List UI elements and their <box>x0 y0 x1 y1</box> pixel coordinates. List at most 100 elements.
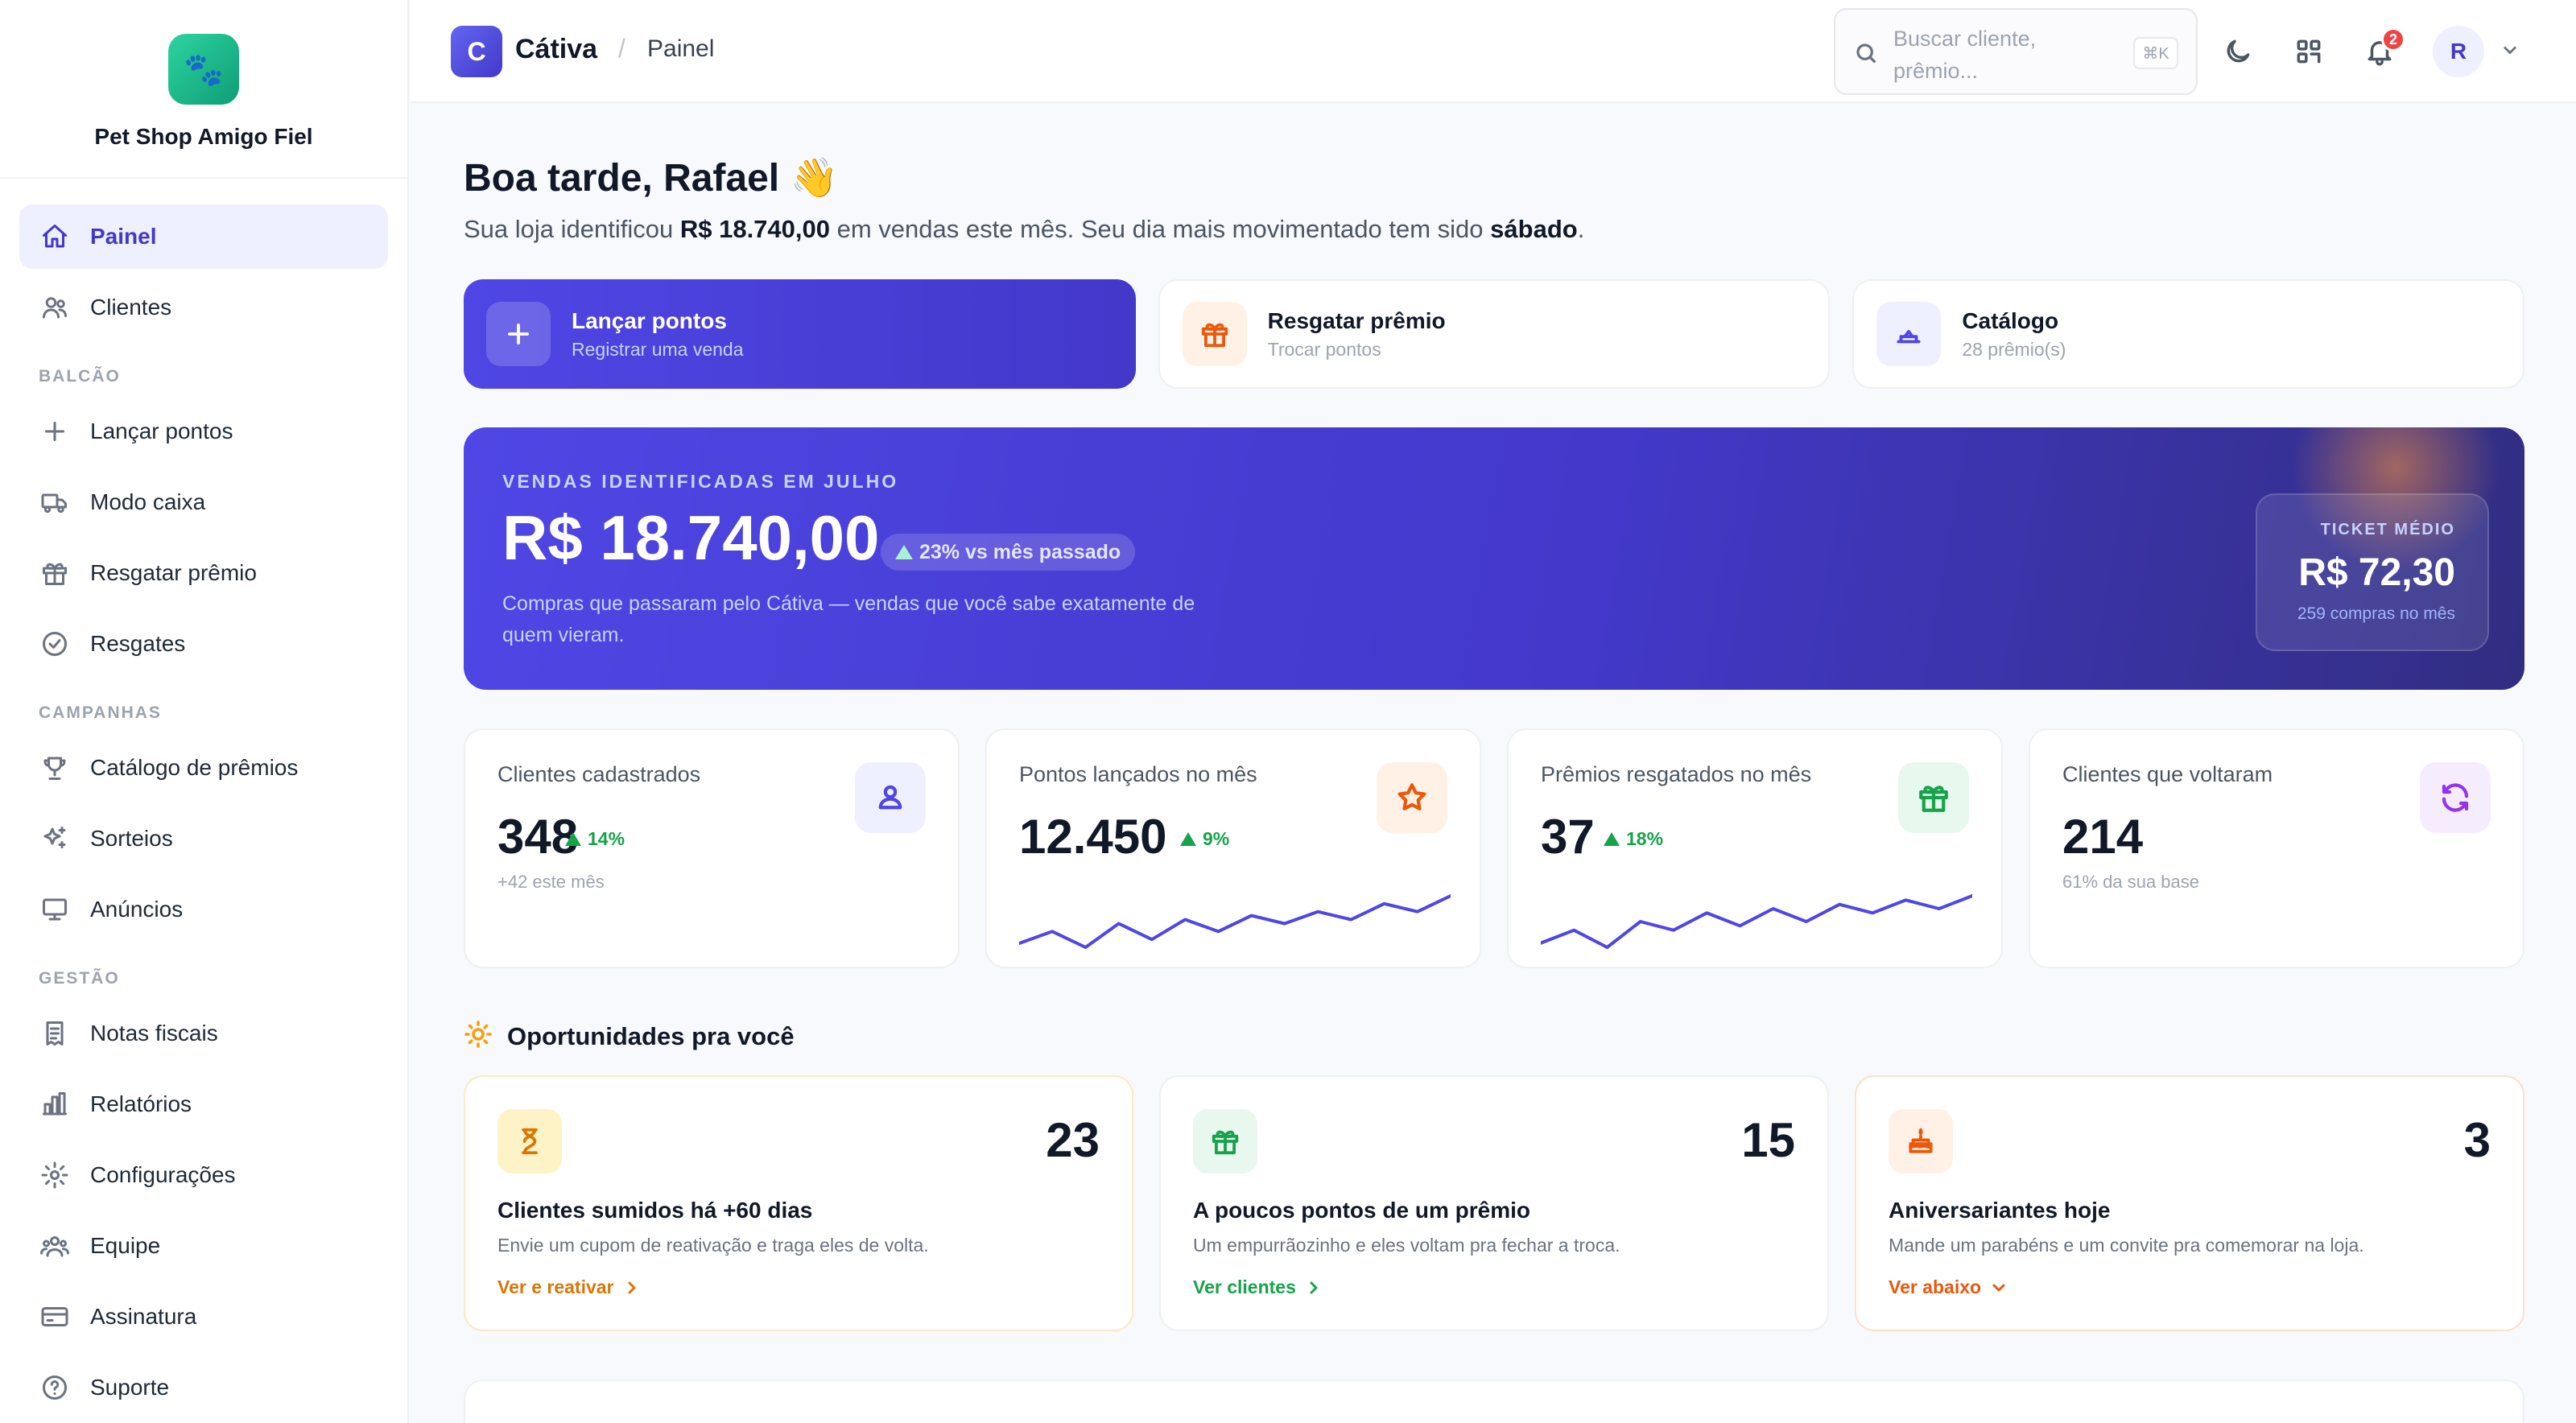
sidebar-item-label: Suporte <box>90 1375 170 1400</box>
sidebar-item-sorteios[interactable]: Sorteios <box>19 806 388 871</box>
stat-card-clientes: Clientes cadastrados 348 14% +42 este mê… <box>464 728 960 968</box>
ver-e-reativar-link[interactable]: Ver e reativar <box>497 1277 642 1298</box>
sidebar-item-label: Painel <box>90 224 157 249</box>
cake-icon <box>1889 1109 1953 1173</box>
search-input[interactable]: Buscar cliente, prêmio... ⌘K <box>1834 8 2198 95</box>
app-name[interactable]: Cátiva <box>515 34 597 65</box>
user-icon <box>855 762 926 833</box>
stat-label: Prêmios resgatados no mês <box>1541 762 1812 786</box>
stat-note: +42 este mês <box>497 872 605 892</box>
sidebar-item-label: Configurações <box>90 1162 236 1187</box>
sidebar-item-label: Lançar pontos <box>90 419 233 443</box>
sidebar-nav: Painel Clientes BALCÃO Lançar pontos Mod… <box>0 179 407 1420</box>
lancar-pontos-button[interactable]: Lançar pontos Registrar uma venda <box>464 279 1136 389</box>
opportunity-description: Um empurrãozinho e eles voltam pra fecha… <box>1193 1235 1620 1256</box>
ticket-medio-card: TICKET MÉDIO R$ 72,30 259 compras no mês <box>2256 493 2489 651</box>
sidebar-item-notas-fiscais[interactable]: Notas fiscais <box>19 1001 388 1066</box>
refresh-icon <box>2420 762 2491 833</box>
main-content: Boa tarde, Rafael 👋 Sua loja identificou… <box>464 103 2524 1423</box>
ver-clientes-link[interactable]: Ver clientes <box>1193 1277 1323 1298</box>
sidebar-item-anuncios[interactable]: Anúncios <box>19 877 388 942</box>
stat-label: Pontos lançados no mês <box>1019 762 1257 786</box>
sidebar-item-catalogo-premios[interactable]: Catálogo de prêmios <box>19 736 388 800</box>
notifications-badge: 2 <box>2381 27 2405 52</box>
sidebar-item-label: Anúncios <box>90 897 184 922</box>
hero-amount: R$ 18.740,00 <box>502 502 880 573</box>
ticket-label: TICKET MÉDIO <box>2320 521 2455 538</box>
sidebar-item-painel[interactable]: Painel <box>19 204 388 269</box>
plus-icon <box>486 302 551 366</box>
sidebar-item-label: Catálogo de prêmios <box>90 755 299 780</box>
sidebar-item-clientes[interactable]: Clientes <box>19 275 388 340</box>
top-bar: C Cátiva / Painel Buscar cliente, prêmio… <box>411 0 2576 103</box>
avatar[interactable]: R <box>2433 26 2484 77</box>
gift-icon <box>1898 762 1969 833</box>
stat-value: 37 <box>1541 810 1595 864</box>
stat-card-retorno: Clientes que voltaram 214 61% da sua bas… <box>2029 728 2524 968</box>
search-placeholder: Buscar cliente, prêmio... <box>1893 27 2037 83</box>
action-subtitle: Trocar pontos <box>1267 338 1381 360</box>
sparkline-series <box>1541 894 1972 949</box>
action-title: Resgatar prêmio <box>1267 307 1446 333</box>
monitor-icon <box>39 893 71 926</box>
quick-actions: Lançar pontos Registrar uma venda Resgat… <box>464 279 2524 389</box>
action-subtitle: Registrar uma venda <box>572 338 744 360</box>
action-subtitle: 28 prêmio(s) <box>1962 338 2066 360</box>
sales-hero-card: VENDAS IDENTIFICADAS EM JULHO R$ 18.740,… <box>464 427 2524 690</box>
stat-label: Clientes que voltaram <box>2062 762 2273 786</box>
hero-change-badge: 23% vs mês passado <box>881 534 1136 571</box>
ticket-sub: 259 compras no mês <box>2297 604 2455 623</box>
moon-icon[interactable] <box>2219 32 2257 71</box>
trend-up-icon <box>1604 832 1620 846</box>
truck-icon <box>39 486 71 518</box>
sidebar-item-lancar-pontos[interactable]: Lançar pontos <box>19 399 388 464</box>
stat-delta: 9% <box>1180 828 1229 850</box>
stat-card-pontos: Pontos lançados no mês 12.450 9% <box>985 728 1481 968</box>
resgatar-premio-button[interactable]: Resgatar prêmio Trocar pontos <box>1158 279 1831 389</box>
opportunity-card-quase-premio[interactable]: 15 A poucos pontos de um prêmio Um empur… <box>1159 1075 1829 1331</box>
apps-grid-icon[interactable] <box>2289 32 2328 71</box>
store-name: Pet Shop Amigo Fiel <box>94 124 313 149</box>
sparkline-series <box>1019 894 1451 949</box>
chevron-down-icon <box>1992 1284 2005 1291</box>
stat-label: Clientes cadastrados <box>497 762 701 786</box>
opportunity-count: 23 <box>1046 1113 1100 1167</box>
section-title-campanhas: CAMPANHAS <box>39 703 162 722</box>
sidebar-item-assinatura[interactable]: Assinatura <box>19 1285 388 1349</box>
sidebar-item-suporte[interactable]: Suporte <box>19 1355 388 1420</box>
credit-card-icon <box>39 1301 71 1333</box>
opportunity-count: 15 <box>1741 1113 1795 1167</box>
search-icon <box>1853 40 1879 66</box>
sidebar-item-modo-caixa[interactable]: Modo caixa <box>19 470 388 534</box>
home-icon <box>39 221 71 253</box>
paw-icon[interactable]: 🐾 <box>168 34 239 105</box>
busiest-day: sábado <box>1490 215 1578 243</box>
chevron-right-icon <box>1310 1281 1318 1293</box>
bell-icon[interactable]: 2 <box>2360 27 2405 71</box>
catalogo-button[interactable]: Catálogo 28 prêmio(s) <box>1852 279 2524 389</box>
sidebar-item-label: Relatórios <box>90 1091 192 1116</box>
opportunity-card-aniversariantes[interactable]: 3 Aniversariantes hoje Mande um parabéns… <box>1855 1075 2524 1331</box>
chevron-down-icon[interactable] <box>2499 39 2524 64</box>
sidebar-item-configuracoes[interactable]: Configurações <box>19 1143 388 1207</box>
bar-chart-icon <box>39 1088 71 1120</box>
opportunity-card-sumidos[interactable]: 23 Clientes sumidos há +60 dias Envie um… <box>464 1075 1133 1331</box>
sparkline-premios <box>1541 894 1972 949</box>
section-title-balcao: BALCÃO <box>39 367 121 386</box>
app-logo[interactable]: C <box>451 26 502 77</box>
brand: 🐾 Pet Shop Amigo Fiel <box>0 0 407 179</box>
sidebar-item-label: Equipe <box>90 1233 161 1258</box>
opportunities-header: Oportunidades pra você <box>464 1020 2524 1053</box>
sidebar-item-resgatar-premio[interactable]: Resgatar prêmio <box>19 541 388 605</box>
stat-delta: 18% <box>1604 828 1663 850</box>
receipt-icon <box>39 1017 71 1050</box>
ver-abaixo-link[interactable]: Ver abaixo <box>1889 1277 2008 1298</box>
sidebar-item-resgates[interactable]: Resgates <box>19 612 388 676</box>
sidebar-item-relatorios[interactable]: Relatórios <box>19 1072 388 1136</box>
podium-icon <box>1876 302 1942 366</box>
ticket-value: R$ 72,30 <box>2298 551 2455 594</box>
team-icon <box>39 1230 71 1262</box>
sidebar-item-label: Resgatar prêmio <box>90 560 257 585</box>
section-title-gestao: GESTÃO <box>39 969 120 988</box>
sidebar-item-equipe[interactable]: Equipe <box>19 1214 388 1278</box>
